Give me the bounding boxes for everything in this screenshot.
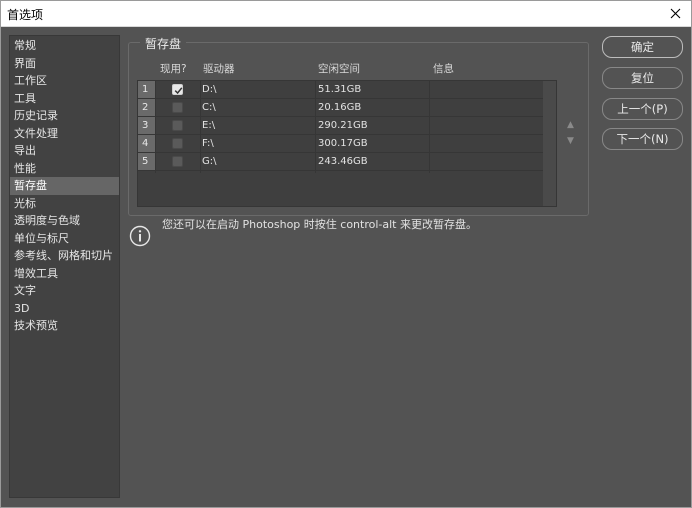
- drive-name: E:\: [202, 120, 216, 131]
- row-number: 1: [138, 81, 155, 98]
- active-checkbox[interactable]: [172, 84, 183, 95]
- free-space: 300.17GB: [318, 138, 368, 149]
- sidebar-item-plugins[interactable]: 增效工具: [10, 265, 119, 283]
- sidebar: 常规 界面 工作区 工具 历史记录 文件处理 导出 性能 暂存盘 光标 透明度与…: [9, 35, 120, 498]
- sidebar-item-history[interactable]: 历史记录: [10, 107, 119, 125]
- row-number: 2: [138, 99, 155, 116]
- scratch-disk-note: 您还可以在启动 Photoshop 时按住 control-alt 来更改暂存盘…: [162, 218, 477, 231]
- drive-name: D:\: [202, 84, 217, 95]
- close-button[interactable]: [658, 0, 692, 27]
- table-scrollbar[interactable]: [543, 81, 556, 206]
- free-space: 20.16GB: [318, 102, 362, 113]
- table-row[interactable]: 4 F:\ 300.17GB: [138, 135, 544, 153]
- sidebar-item-tools[interactable]: 工具: [10, 90, 119, 108]
- next-button[interactable]: 下一个(N): [602, 128, 683, 150]
- checkmark-icon: [174, 87, 183, 95]
- sidebar-item-transparency-gamut[interactable]: 透明度与色域: [10, 212, 119, 230]
- header-info: 信息: [433, 63, 454, 75]
- sidebar-item-interface[interactable]: 界面: [10, 55, 119, 73]
- free-space: 290.21GB: [318, 120, 368, 131]
- preferences-dialog: 常规 界面 工作区 工具 历史记录 文件处理 导出 性能 暂存盘 光标 透明度与…: [1, 27, 691, 507]
- sidebar-item-cursors[interactable]: 光标: [10, 195, 119, 213]
- active-checkbox[interactable]: [172, 120, 183, 131]
- active-checkbox[interactable]: [172, 138, 183, 149]
- sidebar-item-general[interactable]: 常规: [10, 37, 119, 55]
- header-active: 现用?: [160, 63, 187, 75]
- ok-button[interactable]: 确定: [602, 36, 683, 58]
- table-row[interactable]: 5 G:\ 243.46GB: [138, 153, 544, 171]
- scratch-disks-group: 暂存盘 现用? 驱动器 空闲空间 信息 1 D:\ 51.31GB 2 C:\ …: [128, 35, 589, 216]
- title-bar: 首选项: [0, 0, 692, 27]
- row-number: 4: [138, 135, 155, 152]
- sidebar-item-export[interactable]: 导出: [10, 142, 119, 160]
- active-checkbox[interactable]: [172, 102, 183, 113]
- free-space: 243.46GB: [318, 156, 368, 167]
- sidebar-item-type[interactable]: 文字: [10, 282, 119, 300]
- previous-button[interactable]: 上一个(P): [602, 98, 683, 120]
- sidebar-item-workspace[interactable]: 工作区: [10, 72, 119, 90]
- row-number: 3: [138, 117, 155, 134]
- sidebar-item-performance[interactable]: 性能: [10, 160, 119, 178]
- window-title: 首选项: [7, 8, 44, 22]
- header-free-space: 空闲空间: [318, 63, 360, 75]
- table-row[interactable]: 3 E:\ 290.21GB: [138, 117, 544, 135]
- sidebar-item-scratch-disks[interactable]: 暂存盘: [10, 177, 119, 195]
- group-label: 暂存盘: [140, 35, 187, 52]
- drive-name: G:\: [202, 156, 217, 167]
- drive-name: F:\: [202, 138, 214, 149]
- sidebar-item-file-handling[interactable]: 文件处理: [10, 125, 119, 143]
- sidebar-item-tech-preview[interactable]: 技术预览: [10, 317, 119, 335]
- header-drive: 驱动器: [203, 63, 235, 75]
- row-number: 5: [138, 153, 155, 170]
- info-icon: [129, 225, 151, 247]
- close-icon: [670, 8, 680, 19]
- sidebar-item-units-rulers[interactable]: 单位与标尺: [10, 230, 119, 248]
- table-row[interactable]: 2 C:\ 20.16GB: [138, 99, 544, 117]
- move-up-arrow-icon[interactable]: ▲: [567, 120, 574, 130]
- move-down-arrow-icon[interactable]: ▼: [567, 136, 574, 146]
- table-header: 现用? 驱动器 空闲空间 信息: [129, 61, 588, 77]
- free-space: 51.31GB: [318, 84, 362, 95]
- sidebar-item-3d[interactable]: 3D: [10, 300, 119, 318]
- scratch-disk-table: 1 D:\ 51.31GB 2 C:\ 20.16GB 3 E:\ 290.21…: [137, 80, 557, 207]
- reset-button[interactable]: 复位: [602, 67, 683, 89]
- active-checkbox[interactable]: [172, 156, 183, 167]
- table-row[interactable]: 1 D:\ 51.31GB: [138, 81, 544, 99]
- sidebar-item-guides-grid-slices[interactable]: 参考线、网格和切片: [10, 247, 119, 265]
- drive-name: C:\: [202, 102, 216, 113]
